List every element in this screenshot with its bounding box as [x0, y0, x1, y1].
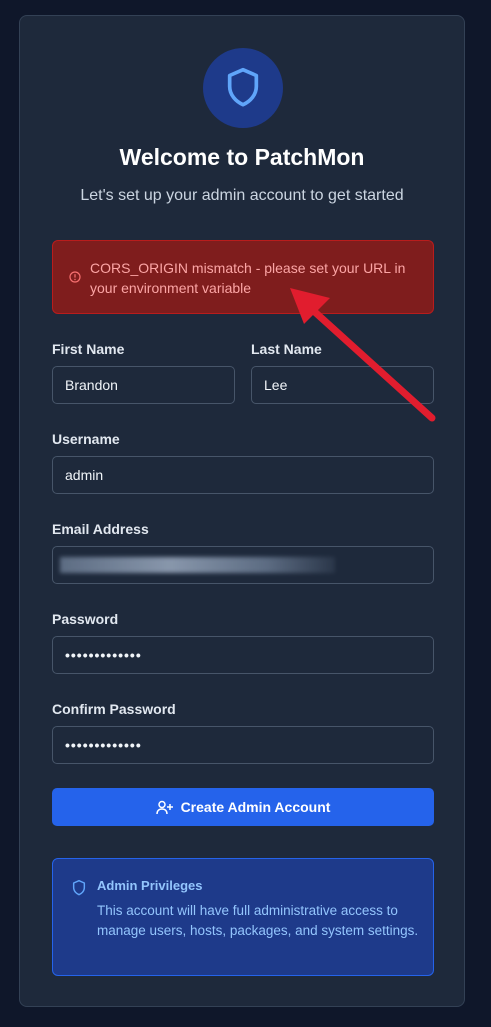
email-label: Email Address	[52, 521, 149, 537]
last-name-input[interactable]: Lee	[251, 366, 434, 404]
error-alert: CORS_ORIGIN mismatch - please set your U…	[52, 240, 434, 314]
first-name-input[interactable]: Brandon	[52, 366, 235, 404]
create-admin-button-label: Create Admin Account	[180, 799, 331, 815]
shield-icon	[227, 67, 259, 107]
page-title: Welcome to PatchMon	[119, 144, 365, 170]
confirm-password-input[interactable]: •••••••••••••	[52, 726, 434, 764]
create-admin-button[interactable]: Create Admin Account	[52, 788, 434, 826]
alert-message: CORS_ORIGIN mismatch - please set your U…	[90, 260, 406, 296]
username-label: Username	[52, 431, 120, 447]
setup-card: Welcome to PatchMon Let's set up your ad…	[19, 15, 465, 1007]
first-name-label: First Name	[52, 341, 125, 357]
page-subtitle: Let's set up your admin account to get s…	[80, 187, 404, 204]
password-label: Password	[52, 611, 119, 627]
redacted-email	[60, 557, 335, 573]
user-plus-icon	[155, 800, 173, 814]
password-input[interactable]: •••••••••••••	[52, 636, 434, 674]
last-name-label: Last Name	[251, 341, 322, 357]
confirm-password-label: Confirm Password	[52, 701, 176, 717]
username-input[interactable]: admin	[52, 456, 434, 494]
alert-circle-icon	[69, 271, 81, 283]
shield-icon	[72, 879, 86, 896]
info-title: Admin Privileges	[97, 878, 203, 893]
logo-badge	[203, 48, 283, 128]
email-input[interactable]	[52, 546, 434, 584]
info-text: This account will have full administrati…	[97, 903, 419, 938]
admin-privileges-info: Admin Privileges This account will have …	[52, 858, 434, 976]
